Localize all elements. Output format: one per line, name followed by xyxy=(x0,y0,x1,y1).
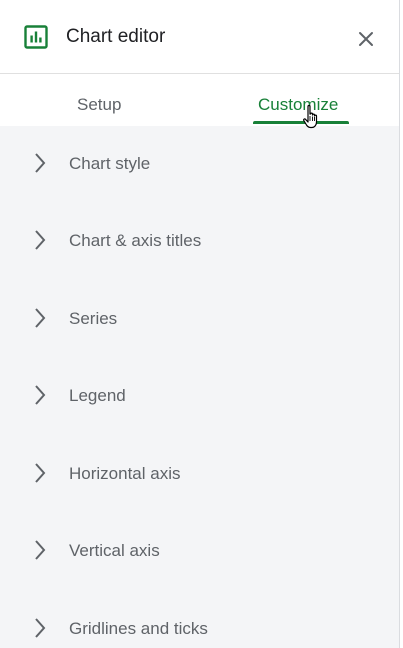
chevron-right-icon xyxy=(31,305,49,331)
panel-header: Chart editor xyxy=(0,0,399,74)
section-vertical-axis[interactable]: Vertical axis xyxy=(0,521,399,581)
section-label: Chart style xyxy=(69,154,151,173)
tab-customize[interactable]: Customize xyxy=(258,94,338,116)
section-label: Series xyxy=(69,309,118,328)
hand-pointer-cursor-icon xyxy=(302,104,322,130)
chevron-right-icon xyxy=(31,382,49,408)
section-label: Legend xyxy=(69,386,126,405)
panel-title: Chart editor xyxy=(66,26,166,47)
chart-editor-panel: Chart editor Setup Customize Chart style… xyxy=(0,0,400,648)
bar-chart-icon xyxy=(24,25,48,49)
section-horizontal-axis[interactable]: Horizontal axis xyxy=(0,444,399,504)
customize-sections: Chart style Chart & axis titles Series L… xyxy=(0,126,399,648)
section-label: Horizontal axis xyxy=(69,464,181,483)
section-label: Chart & axis titles xyxy=(69,231,202,250)
section-series[interactable]: Series xyxy=(0,289,399,349)
tab-bar: Setup Customize xyxy=(0,74,399,126)
section-chart-style[interactable]: Chart style xyxy=(0,134,399,194)
section-label: Vertical axis xyxy=(69,541,160,560)
chevron-right-icon xyxy=(31,460,49,486)
chevron-right-icon xyxy=(31,227,49,253)
section-chart-axis-titles[interactable]: Chart & axis titles xyxy=(0,211,399,271)
section-label: Gridlines and ticks xyxy=(69,619,208,638)
close-icon[interactable] xyxy=(354,27,378,51)
chevron-right-icon xyxy=(31,537,49,563)
chevron-right-icon xyxy=(31,150,49,176)
active-tab-indicator xyxy=(253,121,349,124)
tab-setup[interactable]: Setup xyxy=(77,94,121,116)
section-gridlines-and-ticks[interactable]: Gridlines and ticks xyxy=(0,599,399,648)
chevron-right-icon xyxy=(31,615,49,641)
section-legend[interactable]: Legend xyxy=(0,366,399,426)
